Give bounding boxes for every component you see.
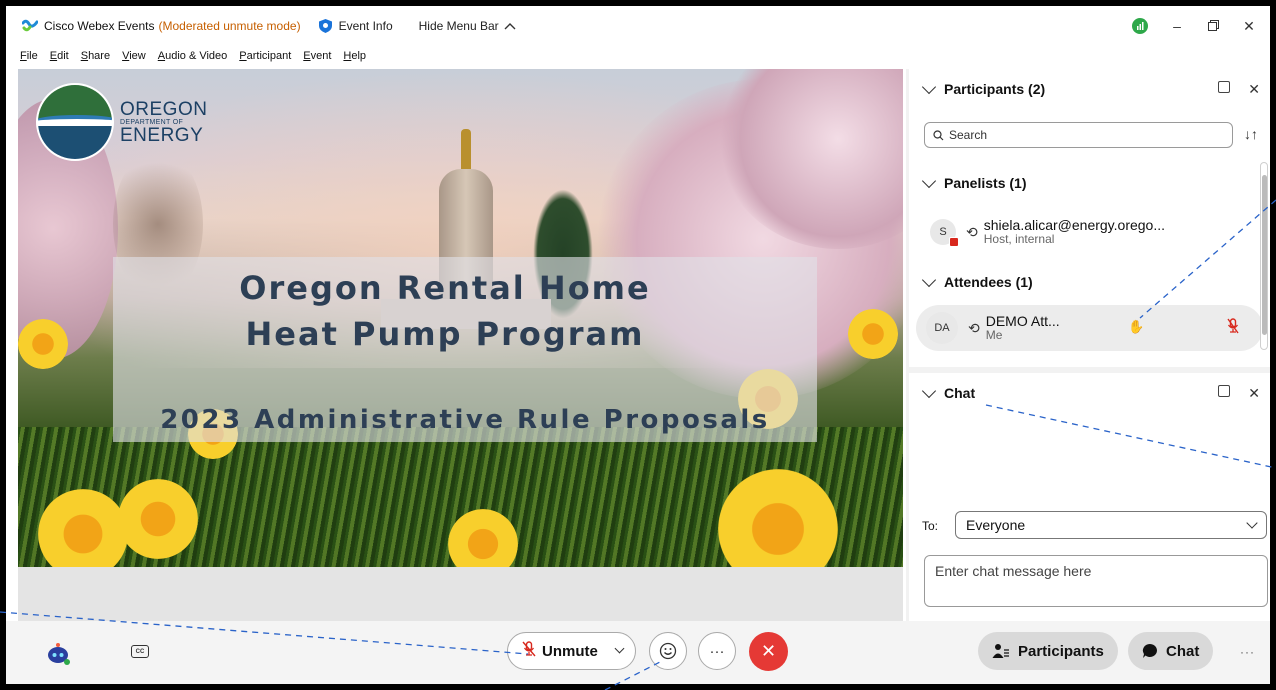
- participants-toggle-label: Participants: [1018, 642, 1104, 660]
- menu-share[interactable]: Share: [81, 50, 110, 62]
- unmute-mode-label: (Moderated unmute mode): [158, 19, 301, 33]
- chevron-down-icon: [921, 272, 937, 287]
- search-icon: [933, 129, 944, 140]
- menu-view[interactable]: View: [122, 50, 146, 62]
- hide-menu-bar-label: Hide Menu Bar: [418, 19, 499, 33]
- participant-role: Host, internal: [983, 232, 1055, 247]
- participants-icon: [992, 644, 1009, 658]
- unmute-label: Unmute: [542, 642, 598, 660]
- sync-audio-icon: ⟲: [968, 319, 980, 336]
- shield-icon: [318, 19, 332, 33]
- chat-input-placeholder: Enter chat message here: [935, 563, 1092, 579]
- menu-audio-video[interactable]: Audio & Video: [158, 50, 228, 62]
- chevron-down-icon[interactable]: [614, 643, 625, 654]
- menu-event[interactable]: Event: [303, 50, 331, 62]
- hide-menu-bar-button[interactable]: Hide Menu Bar: [419, 19, 516, 33]
- menu-bar: File Edit Share View Audio & Video Parti…: [6, 46, 1270, 66]
- more-icon: ···: [709, 642, 725, 660]
- menu-file[interactable]: File: [20, 50, 38, 62]
- participant-row-panelist[interactable]: S ⟲ shiela.alicar@energy.orego... Host, …: [916, 209, 1263, 255]
- webex-logo-icon: [22, 18, 38, 34]
- restore-button[interactable]: [1206, 18, 1220, 34]
- popout-icon[interactable]: [1218, 385, 1231, 397]
- smiley-icon: [659, 642, 677, 660]
- panelists-header-label: Panelists (1): [944, 175, 1027, 191]
- more-options-button[interactable]: ···: [698, 632, 736, 670]
- panelists-section-header[interactable]: Panelists (1): [921, 173, 1027, 191]
- chat-toggle-label: Chat: [1166, 642, 1200, 660]
- chat-recipient-value: Everyone: [966, 517, 1026, 533]
- app-title: Cisco Webex Events: [44, 19, 155, 33]
- daffodil: [118, 479, 198, 559]
- chat-bubble-icon: [1142, 643, 1157, 658]
- raise-hand-icon[interactable]: ✋: [1128, 319, 1144, 335]
- chat-recipient-select[interactable]: Everyone: [955, 511, 1267, 539]
- close-chat-panel-button[interactable]: ✕: [1248, 385, 1260, 402]
- chat-panel-title: Chat: [944, 385, 976, 401]
- slide-title-line-2: Heat Pump Program: [245, 315, 645, 353]
- participants-panel-header[interactable]: Participants (2): [921, 79, 1046, 97]
- event-info-button[interactable]: Event Info: [318, 19, 393, 33]
- side-panels: Participants (2) ✕ Search ↓↑ Panelists (…: [906, 69, 1270, 621]
- search-placeholder: Search: [949, 128, 988, 142]
- participant-row-attendee[interactable]: DA ⟲ DEMO Att... Me ✋: [916, 305, 1263, 351]
- menu-participant[interactable]: Participant: [239, 50, 291, 62]
- close-icon: ✕: [760, 641, 777, 661]
- chat-toggle-button[interactable]: Chat: [1128, 632, 1214, 670]
- toolbar-more-button[interactable]: ···: [1240, 645, 1255, 659]
- chevron-down-icon: [921, 383, 937, 398]
- leave-meeting-button[interactable]: ✕: [749, 632, 788, 671]
- participant-name: DEMO Att...: [985, 313, 1060, 330]
- reactions-button[interactable]: [649, 632, 687, 670]
- menu-edit[interactable]: Edit: [50, 50, 69, 62]
- slide-subtitle: 2023 Administrative Rule Proposals: [160, 405, 770, 435]
- stage-background: [18, 567, 903, 621]
- logo-text-energy: ENERGY: [120, 124, 204, 146]
- popout-icon[interactable]: [1218, 81, 1231, 93]
- muted-badge-icon: [949, 237, 959, 247]
- webex-assistant-icon[interactable]: [46, 639, 72, 665]
- closed-captions-button[interactable]: CC: [131, 645, 149, 658]
- close-window-button[interactable]: ✕: [1242, 18, 1256, 35]
- participant-search-input[interactable]: Search: [924, 122, 1233, 148]
- participants-toggle-button[interactable]: Participants: [978, 632, 1118, 670]
- chat-to-label: To:: [922, 519, 939, 533]
- attendees-section-header[interactable]: Attendees (1): [921, 272, 1033, 290]
- chat-panel: Chat ✕ To: Everyone Enter chat message h…: [909, 373, 1270, 621]
- menu-help[interactable]: Help: [343, 50, 366, 62]
- oregon-energy-logo: OREGON DEPARTMENT OF ENERGY: [36, 83, 207, 161]
- participants-panel: Participants (2) ✕ Search ↓↑ Panelists (…: [909, 69, 1270, 367]
- participants-scrollbar[interactable]: [1260, 162, 1268, 350]
- avatar: S: [930, 219, 959, 247]
- daffodil: [848, 309, 898, 359]
- chat-message-input[interactable]: Enter chat message here: [924, 555, 1268, 607]
- daffodil: [18, 319, 68, 369]
- shared-content-stage: OREGON DEPARTMENT OF ENERGY Oregon Renta…: [18, 69, 903, 567]
- chevron-down-icon: [1246, 517, 1258, 529]
- attendees-header-label: Attendees (1): [944, 274, 1033, 290]
- network-health-icon[interactable]: [1132, 18, 1148, 34]
- participants-panel-title: Participants (2): [944, 81, 1046, 97]
- sort-icon[interactable]: ↓↑: [1244, 126, 1258, 142]
- oregon-energy-logo-mark: [36, 83, 114, 161]
- meeting-controls-bar: CC Unmute ··· ✕ Participants Chat ···: [6, 621, 1270, 684]
- sync-audio-icon: ⟲: [966, 223, 978, 240]
- chevron-down-icon: [921, 79, 937, 94]
- participant-name: shiela.alicar@energy.orego...: [983, 217, 1166, 234]
- muted-mic-icon: [522, 641, 536, 661]
- title-bar: Cisco Webex Events (Moderated unmute mod…: [6, 6, 1270, 46]
- slide-title-panel: Oregon Rental Home Heat Pump Program 202…: [113, 257, 817, 442]
- chevron-up-icon: [504, 23, 516, 30]
- muted-mic-icon[interactable]: [1227, 318, 1239, 337]
- participant-role: Me: [985, 328, 1003, 343]
- avatar: DA: [926, 312, 958, 344]
- minimize-button[interactable]: –: [1170, 18, 1184, 34]
- close-participants-panel-button[interactable]: ✕: [1248, 81, 1260, 98]
- unmute-button[interactable]: Unmute: [507, 632, 636, 670]
- slide-title-line-1: Oregon Rental Home: [239, 269, 651, 307]
- logo-text-oregon: OREGON: [120, 98, 208, 120]
- chat-panel-header[interactable]: Chat: [921, 383, 976, 401]
- event-info-label: Event Info: [338, 19, 393, 33]
- chevron-down-icon: [921, 173, 937, 188]
